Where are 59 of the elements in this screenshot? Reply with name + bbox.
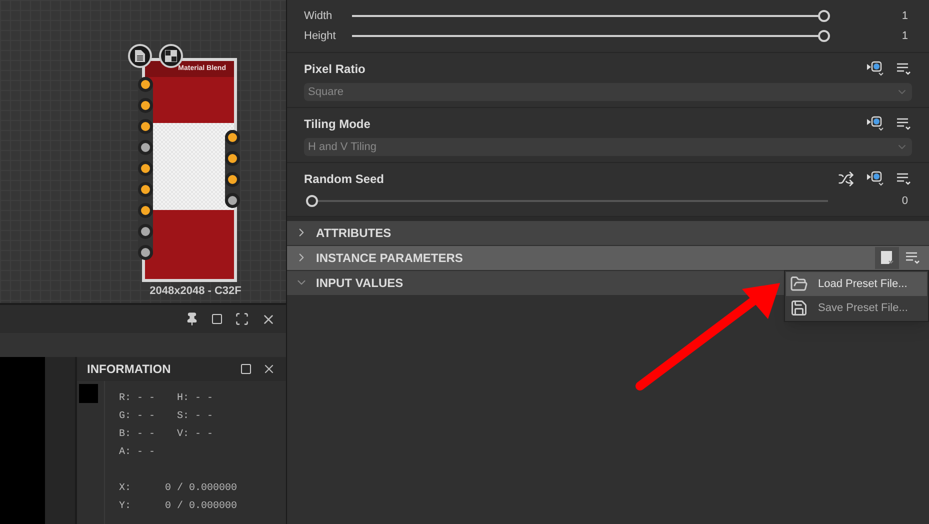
input-port[interactable] bbox=[138, 77, 153, 92]
color-swatch bbox=[79, 384, 98, 403]
channel-value: R: - - bbox=[119, 392, 156, 406]
expose-parameter-icon[interactable] bbox=[866, 116, 886, 132]
expose-parameter-icon[interactable] bbox=[866, 61, 886, 77]
output-port[interactable] bbox=[225, 151, 240, 166]
output-port[interactable] bbox=[225, 172, 240, 187]
input-port[interactable] bbox=[138, 98, 153, 113]
fit-view-icon[interactable] bbox=[235, 312, 249, 326]
input-port[interactable] bbox=[138, 245, 153, 260]
parameter-label: Random Seed bbox=[304, 171, 386, 188]
parameter-label: Tiling Mode bbox=[304, 116, 372, 133]
slider-handle[interactable] bbox=[306, 195, 318, 208]
channel-value: H: - - bbox=[177, 392, 214, 406]
input-port[interactable] bbox=[138, 140, 153, 155]
input-port[interactable] bbox=[138, 203, 153, 218]
input-port[interactable] bbox=[138, 224, 153, 239]
channel-value: G: - - bbox=[119, 410, 156, 424]
pin-icon[interactable] bbox=[185, 312, 199, 326]
slider-label: Width bbox=[304, 8, 334, 24]
restore-icon[interactable] bbox=[211, 313, 223, 325]
section-header[interactable]: INSTANCE PARAMETERS bbox=[287, 246, 929, 270]
output-port[interactable] bbox=[225, 193, 240, 208]
list-menu-icon[interactable] bbox=[905, 250, 921, 266]
document-icon[interactable] bbox=[128, 44, 152, 68]
input-port[interactable] bbox=[138, 182, 153, 197]
list-menu-icon[interactable] bbox=[896, 171, 912, 187]
node-caption: 2048x2048 - C32F bbox=[148, 284, 242, 299]
slider-value: 1 bbox=[900, 8, 909, 24]
output-port[interactable] bbox=[225, 130, 240, 145]
coordinate-value: 0 / 0.000000 bbox=[165, 482, 238, 496]
list-menu-icon[interactable] bbox=[896, 61, 912, 77]
menu-item[interactable]: Save Preset File... bbox=[786, 296, 927, 320]
parameter-label: Pixel Ratio bbox=[304, 61, 366, 78]
expose-parameter-icon[interactable] bbox=[866, 171, 886, 187]
menu-item[interactable]: Load Preset File... bbox=[786, 272, 927, 296]
slider-value: 1 bbox=[900, 28, 909, 44]
panel-title: INFORMATION bbox=[87, 361, 172, 378]
input-port[interactable] bbox=[138, 119, 153, 134]
list-menu-icon[interactable] bbox=[896, 116, 912, 132]
coordinate-label: X: bbox=[119, 482, 132, 496]
preset-button[interactable] bbox=[875, 246, 899, 268]
slider-value: 0 bbox=[900, 194, 909, 209]
shuffle-icon[interactable] bbox=[838, 171, 854, 187]
folder-icon bbox=[790, 275, 808, 293]
coordinate-label: Y: bbox=[119, 500, 132, 514]
channel-value: B: - - bbox=[119, 428, 156, 442]
slider-label: Height bbox=[304, 28, 334, 44]
slider-handle[interactable] bbox=[818, 30, 830, 42]
section-header[interactable]: ATTRIBUTES bbox=[287, 220, 929, 244]
document-icon bbox=[880, 250, 894, 264]
close-icon[interactable] bbox=[262, 362, 276, 376]
channel-value: A: - - bbox=[119, 446, 156, 460]
channel-value: S: - - bbox=[177, 410, 214, 424]
channel-value: V: - - bbox=[177, 428, 214, 442]
input-port[interactable] bbox=[138, 161, 153, 176]
slider-handle[interactable] bbox=[818, 10, 830, 22]
coordinate-value: 0 / 0.000000 bbox=[165, 500, 238, 514]
restore-icon[interactable] bbox=[240, 363, 252, 375]
